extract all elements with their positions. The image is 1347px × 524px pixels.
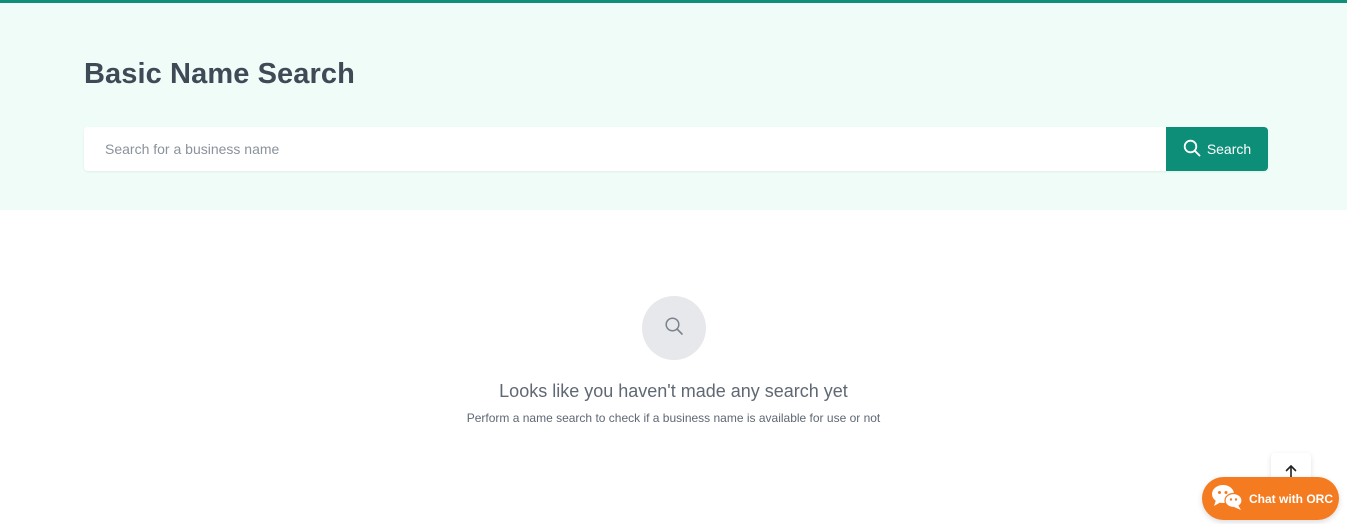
empty-state-title: Looks like you haven't made any search y… [499,381,848,401]
empty-state-subtitle: Perform a name search to check if a busi… [466,411,881,425]
search-button[interactable]: Search [1166,127,1268,171]
empty-state-icon-circle [641,296,706,360]
search-hero: Basic Name Search Search [0,3,1347,210]
search-bar: Search [84,127,1268,171]
empty-state: Looks like you haven't made any search y… [0,296,1347,425]
search-icon [1183,139,1201,160]
page-title: Basic Name Search [84,58,355,90]
chat-widget-label: Chat with ORC [1249,491,1333,506]
search-icon [664,316,684,341]
chat-bubbles-icon [1211,483,1243,514]
search-input[interactable] [84,127,1166,171]
chat-widget-button[interactable]: Chat with ORC [1202,477,1339,520]
search-button-label: Search [1206,141,1252,157]
